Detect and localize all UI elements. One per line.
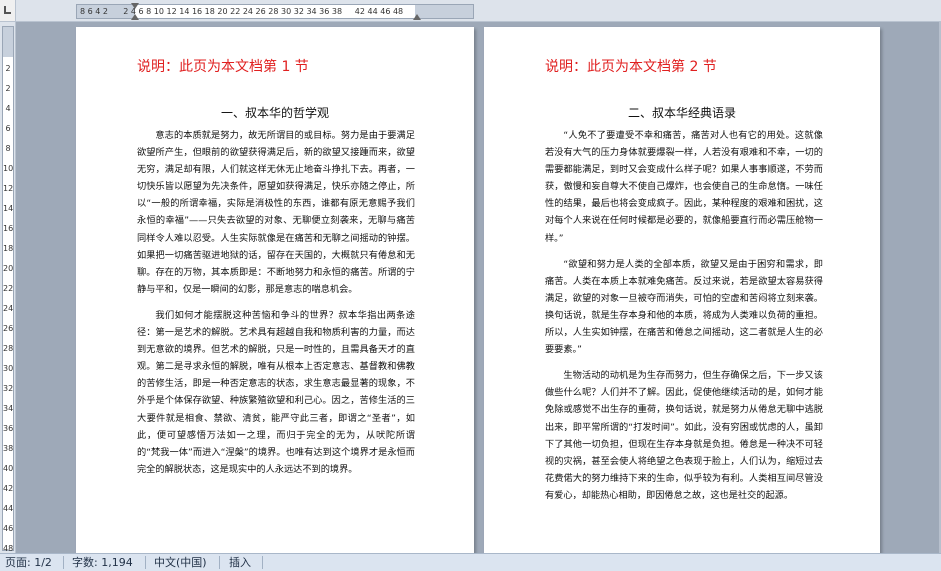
section-note: 说明：此页为本文档第 2 节 <box>545 59 717 75</box>
vertical-ruler-number: 28 <box>3 344 14 353</box>
vertical-ruler-number: 2 <box>5 84 11 93</box>
paragraph: 我们如何才能摆脱这种苦恼和争斗的世界？叔本华指出两条途径：第一是艺术的解脱。艺术… <box>137 309 415 475</box>
horizontal-ruler[interactable]: 8 6 4 2 2 4 6 8 10 12 14 16 18 20 22 24 … <box>76 3 474 20</box>
status-divider <box>145 556 146 569</box>
vertical-ruler-number: 44 <box>3 504 14 513</box>
ruler-tab-selector[interactable] <box>0 0 16 22</box>
vertical-ruler[interactable]: 2 2 4 6 8 10 12 14 16 18 20 22 24 26 28 30 32 34 36 38 40 42 4… <box>2 26 14 553</box>
language-status[interactable]: 中文(中国) <box>154 554 207 571</box>
body-text: “人免不了要遭受不幸和痛苦，痛苦对人也有它的用处。这就像若没有大气的压力身体就要… <box>545 127 823 513</box>
vertical-ruler-top-margin <box>3 27 13 57</box>
paragraph: “欲望和努力是人类的全部本质，欲望又是由于困穷和需求，即痛苦。人类在本质上本就难… <box>545 258 823 356</box>
paragraph: 生物活动的动机是为生存而努力，但生存确保之后，下一步又该做些什么呢？人们并不了解… <box>545 370 823 501</box>
vertical-ruler-number: 16 <box>3 224 14 233</box>
vertical-ruler-number: 24 <box>3 304 14 313</box>
ruler-right-margin <box>415 5 473 18</box>
hanging-indent-marker[interactable] <box>131 14 139 20</box>
word-count-status[interactable]: 字数: 1,194 <box>72 554 133 571</box>
vertical-ruler-number: 34 <box>3 404 14 413</box>
vertical-ruler-number: 30 <box>3 364 14 373</box>
document-page-2[interactable]: 说明：此页为本文档第 2 节 二、叔本华经典语录 “人免不了要遭受不幸和痛苦，痛… <box>484 27 880 553</box>
section-heading: 二、叔本华经典语录 <box>627 106 736 120</box>
first-line-indent-marker[interactable] <box>131 3 139 9</box>
vertical-ruler-number: 32 <box>3 384 14 393</box>
status-divider <box>262 556 263 569</box>
vertical-ruler-numbers: 2 2 4 6 8 10 12 14 16 18 20 22 24 26 28 30 32 34 36 38 40 42 4… <box>3 59 13 559</box>
document-page-1[interactable]: 说明：此页为本文档第 1 节 一、叔本华的哲学观 意志的本质就是努力，故无所谓目… <box>76 27 474 553</box>
insert-mode-status[interactable]: 插入 <box>229 554 251 571</box>
paragraph: “人免不了要遭受不幸和痛苦，痛苦对人也有它的用处。这就像若没有大气的压力身体就要… <box>545 130 823 244</box>
ruler-numbers: 8 6 4 2 2 4 6 8 10 12 14 16 18 20 22 24 … <box>80 7 404 16</box>
vertical-ruler-number: 42 <box>3 484 14 493</box>
vertical-ruler-number: 36 <box>3 424 14 433</box>
status-divider <box>63 556 64 569</box>
left-tab-icon <box>4 6 11 14</box>
vertical-ruler-number: 20 <box>3 264 14 273</box>
body-text: 意志的本质就是努力，故无所谓目的或目标。努力是由于要满足欲望所产生，但眼前的欲望… <box>137 127 415 487</box>
section-heading: 一、叔本华的哲学观 <box>220 106 329 120</box>
vertical-ruler-number: 14 <box>3 204 14 213</box>
paragraph: 意志的本质就是努力，故无所谓目的或目标。努力是由于要满足欲望所产生，但眼前的欲望… <box>137 130 415 295</box>
vertical-ruler-number: 26 <box>3 324 14 333</box>
vertical-ruler-number: 40 <box>3 464 14 473</box>
vertical-ruler-number: 18 <box>3 244 14 253</box>
vertical-ruler-number: 2 <box>5 64 11 73</box>
vertical-ruler-number: 38 <box>3 444 14 453</box>
section-note: 说明：此页为本文档第 1 节 <box>137 59 309 75</box>
vertical-ruler-number: 10 <box>3 164 14 173</box>
vertical-ruler-number: 6 <box>5 124 11 133</box>
status-bar: 页面: 1/2 字数: 1,194 中文(中国) 插入 <box>0 553 941 571</box>
vertical-ruler-number: 8 <box>5 144 11 153</box>
vertical-ruler-number: 4 <box>5 104 11 113</box>
vertical-ruler-number: 22 <box>3 284 14 293</box>
vertical-ruler-number: 46 <box>3 524 14 533</box>
right-indent-marker[interactable] <box>413 14 421 20</box>
status-divider <box>219 556 220 569</box>
vertical-ruler-number: 12 <box>3 184 14 193</box>
page-count-status[interactable]: 页面: 1/2 <box>5 554 52 571</box>
